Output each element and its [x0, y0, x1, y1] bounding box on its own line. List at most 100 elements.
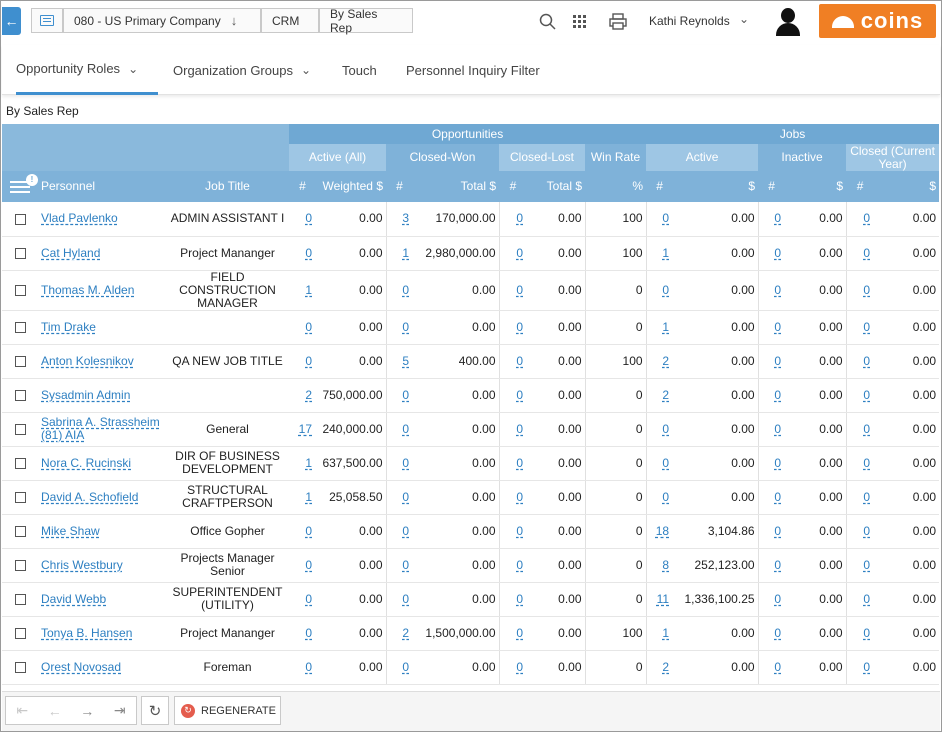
count-link[interactable]: 0 [774, 558, 781, 572]
personnel-link[interactable]: Nora C. Rucinski [41, 456, 131, 470]
regenerate-button[interactable]: ↻ REGENERATE [174, 696, 281, 725]
count-link[interactable]: 0 [402, 660, 409, 674]
first-page-icon[interactable]: ⇤ [6, 697, 39, 724]
count-link[interactable]: 0 [662, 283, 669, 297]
count-link[interactable]: 0 [662, 456, 669, 470]
count-link[interactable]: 0 [305, 246, 312, 260]
count-link[interactable]: 0 [774, 626, 781, 640]
count-link[interactable]: 0 [863, 592, 870, 606]
col-job-active-count[interactable]: # [646, 171, 674, 202]
count-link[interactable]: 8 [662, 558, 669, 572]
count-link[interactable]: 0 [305, 211, 312, 225]
count-link[interactable]: 1 [402, 246, 409, 260]
tab-organization-groups[interactable]: Organization Groups ⌄ [173, 45, 311, 95]
count-link[interactable]: 1 [305, 283, 312, 297]
count-link[interactable]: 0 [863, 558, 870, 572]
personnel-link[interactable]: Tim Drake [41, 320, 96, 334]
personnel-link[interactable]: Thomas M. Alden [41, 283, 134, 297]
count-link[interactable]: 1 [662, 626, 669, 640]
count-link[interactable]: 0 [305, 524, 312, 538]
count-link[interactable]: 0 [402, 283, 409, 297]
user-avatar-icon[interactable] [773, 6, 803, 36]
next-page-icon[interactable]: → [71, 697, 104, 724]
count-link[interactable]: 0 [516, 283, 523, 297]
count-link[interactable]: 0 [863, 354, 870, 368]
count-link[interactable]: 0 [863, 320, 870, 334]
row-checkbox[interactable] [14, 627, 26, 639]
count-link[interactable]: 0 [305, 660, 312, 674]
tab-touch[interactable]: Touch [342, 45, 377, 95]
count-link[interactable]: 0 [402, 524, 409, 538]
count-link[interactable]: 0 [516, 558, 523, 572]
count-link[interactable]: 1 [662, 320, 669, 334]
count-link[interactable]: 0 [774, 388, 781, 402]
col-job-inactive-count[interactable]: # [758, 171, 786, 202]
count-link[interactable]: 0 [863, 660, 870, 674]
count-link[interactable]: 0 [774, 354, 781, 368]
refresh-icon[interactable]: ↻ [141, 696, 169, 725]
count-link[interactable]: 18 [656, 524, 669, 538]
col-won-count[interactable]: # [386, 171, 413, 202]
search-icon[interactable] [537, 11, 557, 31]
count-link[interactable]: 3 [402, 211, 409, 225]
col-job-closed-value[interactable]: $ [874, 171, 940, 202]
count-link[interactable]: 0 [774, 422, 781, 436]
count-link[interactable]: 0 [516, 388, 523, 402]
count-link[interactable]: 0 [516, 211, 523, 225]
count-link[interactable]: 0 [402, 592, 409, 606]
count-link[interactable]: 11 [657, 592, 669, 606]
row-checkbox[interactable] [14, 321, 26, 333]
count-link[interactable]: 2 [305, 388, 312, 402]
count-link[interactable]: 0 [305, 320, 312, 334]
count-link[interactable]: 0 [774, 660, 781, 674]
count-link[interactable]: 0 [863, 388, 870, 402]
count-link[interactable]: 0 [662, 422, 669, 436]
count-link[interactable]: 0 [863, 211, 870, 225]
col-job-inactive-value[interactable]: $ [785, 171, 847, 202]
count-link[interactable]: 0 [863, 283, 870, 297]
col-weighted[interactable]: Weighted $ [316, 171, 386, 202]
count-link[interactable]: 2 [662, 660, 669, 674]
count-link[interactable]: 0 [402, 422, 409, 436]
personnel-link[interactable]: Sysadmin Admin [41, 388, 130, 402]
apps-grid-icon[interactable] [569, 11, 589, 31]
row-checkbox[interactable] [14, 423, 26, 435]
count-link[interactable]: 0 [774, 246, 781, 260]
count-link[interactable]: 0 [402, 490, 409, 504]
count-link[interactable]: 1 [662, 246, 669, 260]
last-page-icon[interactable]: ⇥ [104, 697, 137, 724]
personnel-link[interactable]: Chris Westbury [41, 558, 123, 572]
breadcrumb-page[interactable]: By Sales Rep [319, 7, 413, 35]
row-checkbox[interactable] [14, 213, 26, 225]
prev-page-icon[interactable]: ← [39, 697, 72, 724]
count-link[interactable]: 0 [774, 456, 781, 470]
count-link[interactable]: 0 [516, 490, 523, 504]
personnel-link[interactable]: Mike Shaw [41, 524, 100, 538]
count-link[interactable]: 0 [774, 524, 781, 538]
count-link[interactable]: 0 [863, 246, 870, 260]
breadcrumb-home[interactable] [31, 8, 63, 33]
count-link[interactable]: 0 [863, 456, 870, 470]
count-link[interactable]: 0 [774, 490, 781, 504]
count-link[interactable]: 0 [516, 422, 523, 436]
chevron-down-icon[interactable]: ⌄ [739, 12, 749, 26]
breadcrumb-company[interactable]: 080 - US Primary Company ↓ [63, 8, 261, 33]
col-personnel[interactable]: Personnel [38, 171, 166, 202]
row-checkbox[interactable] [14, 491, 26, 503]
personnel-link[interactable]: Sabrina A. Strassheim (81) AIA [41, 415, 160, 442]
back-arrow-icon[interactable]: ← [2, 7, 21, 35]
count-link[interactable]: 0 [516, 626, 523, 640]
count-link[interactable]: 0 [305, 626, 312, 640]
count-link[interactable]: 0 [863, 626, 870, 640]
count-link[interactable]: 0 [402, 558, 409, 572]
count-link[interactable]: 0 [863, 524, 870, 538]
count-link[interactable]: 0 [774, 211, 781, 225]
personnel-link[interactable]: Orest Novosad [41, 660, 121, 674]
personnel-link[interactable]: Cat Hyland [41, 246, 100, 260]
row-checkbox[interactable] [14, 284, 26, 296]
count-link[interactable]: 0 [662, 490, 669, 504]
count-link[interactable]: 5 [402, 354, 409, 368]
print-icon[interactable] [608, 11, 628, 31]
col-job-active-value[interactable]: $ [673, 171, 759, 202]
tab-personnel-inquiry-filter[interactable]: Personnel Inquiry Filter [406, 45, 540, 95]
